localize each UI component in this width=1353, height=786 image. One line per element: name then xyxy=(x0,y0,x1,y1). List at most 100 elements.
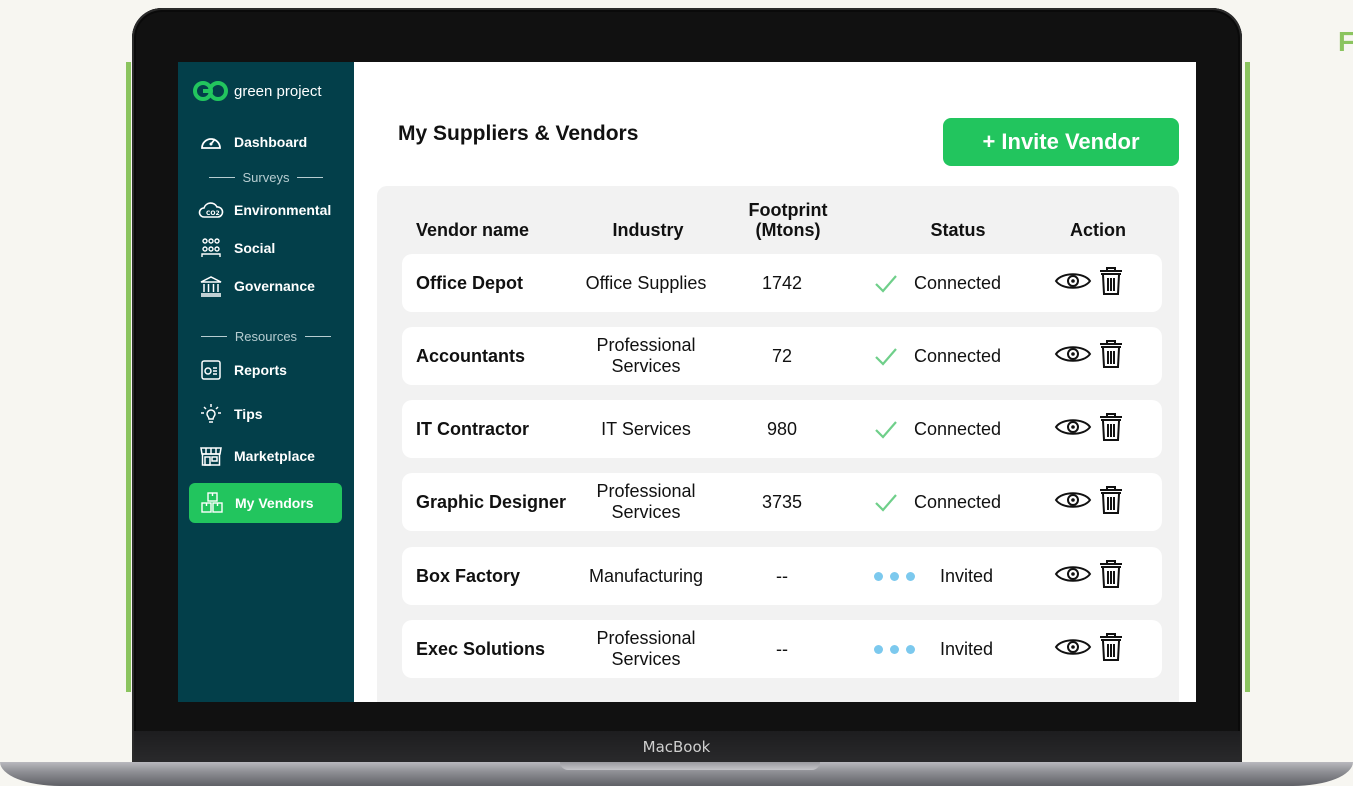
logo-text: green project xyxy=(234,82,322,100)
decorative-green-bar-right xyxy=(1245,62,1250,692)
view-eye-icon[interactable] xyxy=(1054,562,1092,591)
view-eye-icon[interactable] xyxy=(1054,342,1092,371)
boxes-icon xyxy=(199,491,225,515)
action-cell xyxy=(1054,400,1124,458)
section-label-resources: Resources xyxy=(178,329,354,344)
sidebar-item-label: Dashboard xyxy=(234,134,308,150)
status-text: Invited xyxy=(940,565,994,586)
footprint-cell: 980 xyxy=(766,418,798,439)
column-header-status: Status xyxy=(930,220,986,240)
invite-vendor-button[interactable]: + Invite Vendor xyxy=(943,118,1179,166)
footprint-cell: 3735 xyxy=(761,491,803,512)
action-cell xyxy=(1054,327,1124,385)
footprint-cell: -- xyxy=(776,565,788,586)
column-header-vendor-name: Vendor name xyxy=(416,220,530,240)
action-cell xyxy=(1054,620,1124,678)
laptop-base-notch xyxy=(560,762,820,770)
delete-trash-icon[interactable] xyxy=(1098,632,1124,667)
pending-dots-icon xyxy=(874,571,930,581)
vendor-name-cell: IT Contractor xyxy=(416,418,530,439)
status-cell: Connected xyxy=(874,254,1001,312)
sidebar-item-my-vendors[interactable]: My Vendors xyxy=(189,483,342,523)
delete-trash-icon[interactable] xyxy=(1098,339,1124,374)
sidebar-item-tips[interactable]: Tips xyxy=(188,397,342,431)
sidebar-item-marketplace[interactable]: Marketplace xyxy=(188,439,342,473)
decorative-green-bar-left xyxy=(126,62,131,692)
vendor-name-cell: Accountants xyxy=(416,345,526,366)
sidebar-item-environmental[interactable]: CO2 Environmental xyxy=(188,193,342,227)
sidebar-item-label: Social xyxy=(234,240,276,256)
status-cell: Connected xyxy=(874,327,1001,385)
edge-heading-fragment: F xyxy=(1338,26,1353,57)
status-cell: Connected xyxy=(874,473,1001,531)
vendor-name-cell: Graphic Designer xyxy=(416,491,567,512)
storefront-icon xyxy=(198,444,224,468)
industry-cell: Manufacturing xyxy=(588,565,704,586)
industry-cell: IT Services xyxy=(601,418,691,439)
action-cell xyxy=(1054,254,1124,312)
sidebar-item-social[interactable]: Social xyxy=(188,231,342,265)
status-text: Connected xyxy=(914,491,1002,512)
column-header-action: Action xyxy=(1070,220,1126,240)
check-icon xyxy=(874,273,904,293)
lightbulb-icon xyxy=(198,402,224,426)
vendor-name-cell: Exec Solutions xyxy=(416,638,546,659)
industry-cell: Professional Services xyxy=(596,481,696,522)
report-icon xyxy=(198,358,224,382)
action-cell xyxy=(1054,473,1124,531)
delete-trash-icon[interactable] xyxy=(1098,266,1124,301)
table-row: Box Factory Manufacturing -- Invited xyxy=(402,547,1162,605)
table-row: Office Depot Office Supplies 1742 Connec… xyxy=(402,254,1162,312)
footprint-cell: 1742 xyxy=(761,272,803,293)
status-cell: Invited xyxy=(874,620,993,678)
vendor-name-cell: Office Depot xyxy=(416,272,524,293)
delete-trash-icon[interactable] xyxy=(1098,412,1124,447)
footprint-cell: 72 xyxy=(771,345,793,366)
pending-dots-icon xyxy=(874,644,930,654)
sidebar-item-label: Marketplace xyxy=(234,448,315,464)
status-text: Connected xyxy=(914,418,1002,439)
view-eye-icon[interactable] xyxy=(1054,488,1092,517)
view-eye-icon[interactable] xyxy=(1054,635,1092,664)
status-text: Connected xyxy=(914,272,1002,293)
delete-trash-icon[interactable] xyxy=(1098,485,1124,520)
section-label-surveys: Surveys xyxy=(178,170,354,185)
sidebar-item-label: Tips xyxy=(234,406,263,422)
sidebar-item-label: Governance xyxy=(234,278,315,294)
sidebar-item-governance[interactable]: Governance xyxy=(188,269,342,303)
table-row: Exec Solutions Professional Services -- I… xyxy=(402,620,1162,678)
page-title: My Suppliers & Vendors xyxy=(398,122,639,145)
vendor-name-cell: Box Factory xyxy=(416,565,521,586)
industry-cell: Professional Services xyxy=(596,335,696,376)
sidebar-item-label: Reports xyxy=(234,362,287,378)
gauge-icon xyxy=(198,130,224,154)
gp-logo-icon xyxy=(193,81,228,101)
sidebar-item-reports[interactable]: Reports xyxy=(188,353,342,387)
table-row: IT Contractor IT Services 980 Connected xyxy=(402,400,1162,458)
industry-cell: Office Supplies xyxy=(585,272,707,293)
sidebar: green project Dashboard Surveys CO2 Envi… xyxy=(178,62,354,702)
view-eye-icon[interactable] xyxy=(1054,415,1092,444)
column-header-footprint: Footprint (Mtons) xyxy=(748,200,828,240)
footprint-cell: -- xyxy=(776,638,788,659)
co2-cloud-icon: CO2 xyxy=(198,198,224,222)
sidebar-item-dashboard[interactable]: Dashboard xyxy=(188,125,342,159)
app-logo[interactable]: green project xyxy=(192,80,322,102)
check-icon xyxy=(874,419,904,439)
status-text: Invited xyxy=(940,638,994,659)
app-screen: green project Dashboard Surveys CO2 Envi… xyxy=(178,62,1196,702)
view-eye-icon[interactable] xyxy=(1054,269,1092,298)
sidebar-item-label: Environmental xyxy=(234,202,332,218)
industry-cell: Professional Services xyxy=(596,628,696,669)
table-row: Accountants Professional Services 72 Conn… xyxy=(402,327,1162,385)
status-cell: Connected xyxy=(874,400,1001,458)
check-icon xyxy=(874,346,904,366)
svg-text:CO2: CO2 xyxy=(206,210,220,217)
check-icon xyxy=(874,492,904,512)
delete-trash-icon[interactable] xyxy=(1098,559,1124,594)
bank-building-icon xyxy=(198,274,224,298)
table-row: Graphic Designer Professional Services 37… xyxy=(402,473,1162,531)
people-group-icon xyxy=(198,236,224,260)
status-cell: Invited xyxy=(874,547,993,605)
laptop-brand-label: MacBook xyxy=(642,738,711,756)
